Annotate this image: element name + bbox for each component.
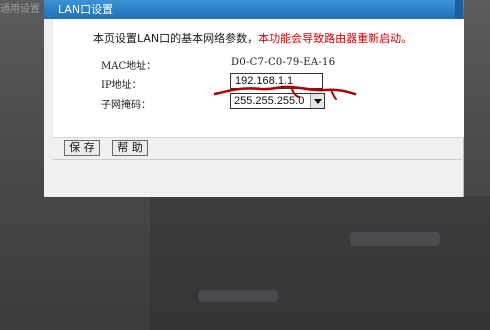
background-shade	[150, 196, 490, 330]
red-annotation-scribble	[213, 85, 357, 100]
titlebar-edge	[455, 0, 463, 19]
mac-address-value: D0-C7-C0-79-EA-16	[231, 57, 336, 68]
lan-settings-dialog: LAN口设置 本页设置LAN口的基本网络参数，本功能会导致路由器重新启动。 MA…	[44, 0, 464, 197]
footer-divider	[52, 159, 464, 160]
save-button[interactable]: 保 存	[64, 140, 100, 156]
help-button[interactable]: 帮 助	[112, 140, 148, 156]
background-caption: 通用设置	[0, 4, 40, 15]
panel-separator	[52, 137, 464, 138]
intro-description: 本页设置LAN口的基本网络参数，	[93, 32, 259, 45]
mac-address-label: MAC地址：	[101, 61, 157, 72]
intro-text: 本页设置LAN口的基本网络参数，本功能会导致路由器重新启动。	[93, 30, 412, 46]
ip-address-label: IP地址：	[101, 80, 142, 91]
subnet-mask-label: 子网掩码：	[101, 100, 151, 111]
restart-warning: 本功能会导致路由器重新启动。	[258, 32, 413, 45]
background-smudge	[198, 290, 278, 302]
background-smudge	[350, 232, 440, 246]
dialog-title: LAN口设置	[44, 0, 464, 19]
settings-panel: 本页设置LAN口的基本网络参数，本功能会导致路由器重新启动。 MAC地址： D0…	[52, 19, 464, 137]
